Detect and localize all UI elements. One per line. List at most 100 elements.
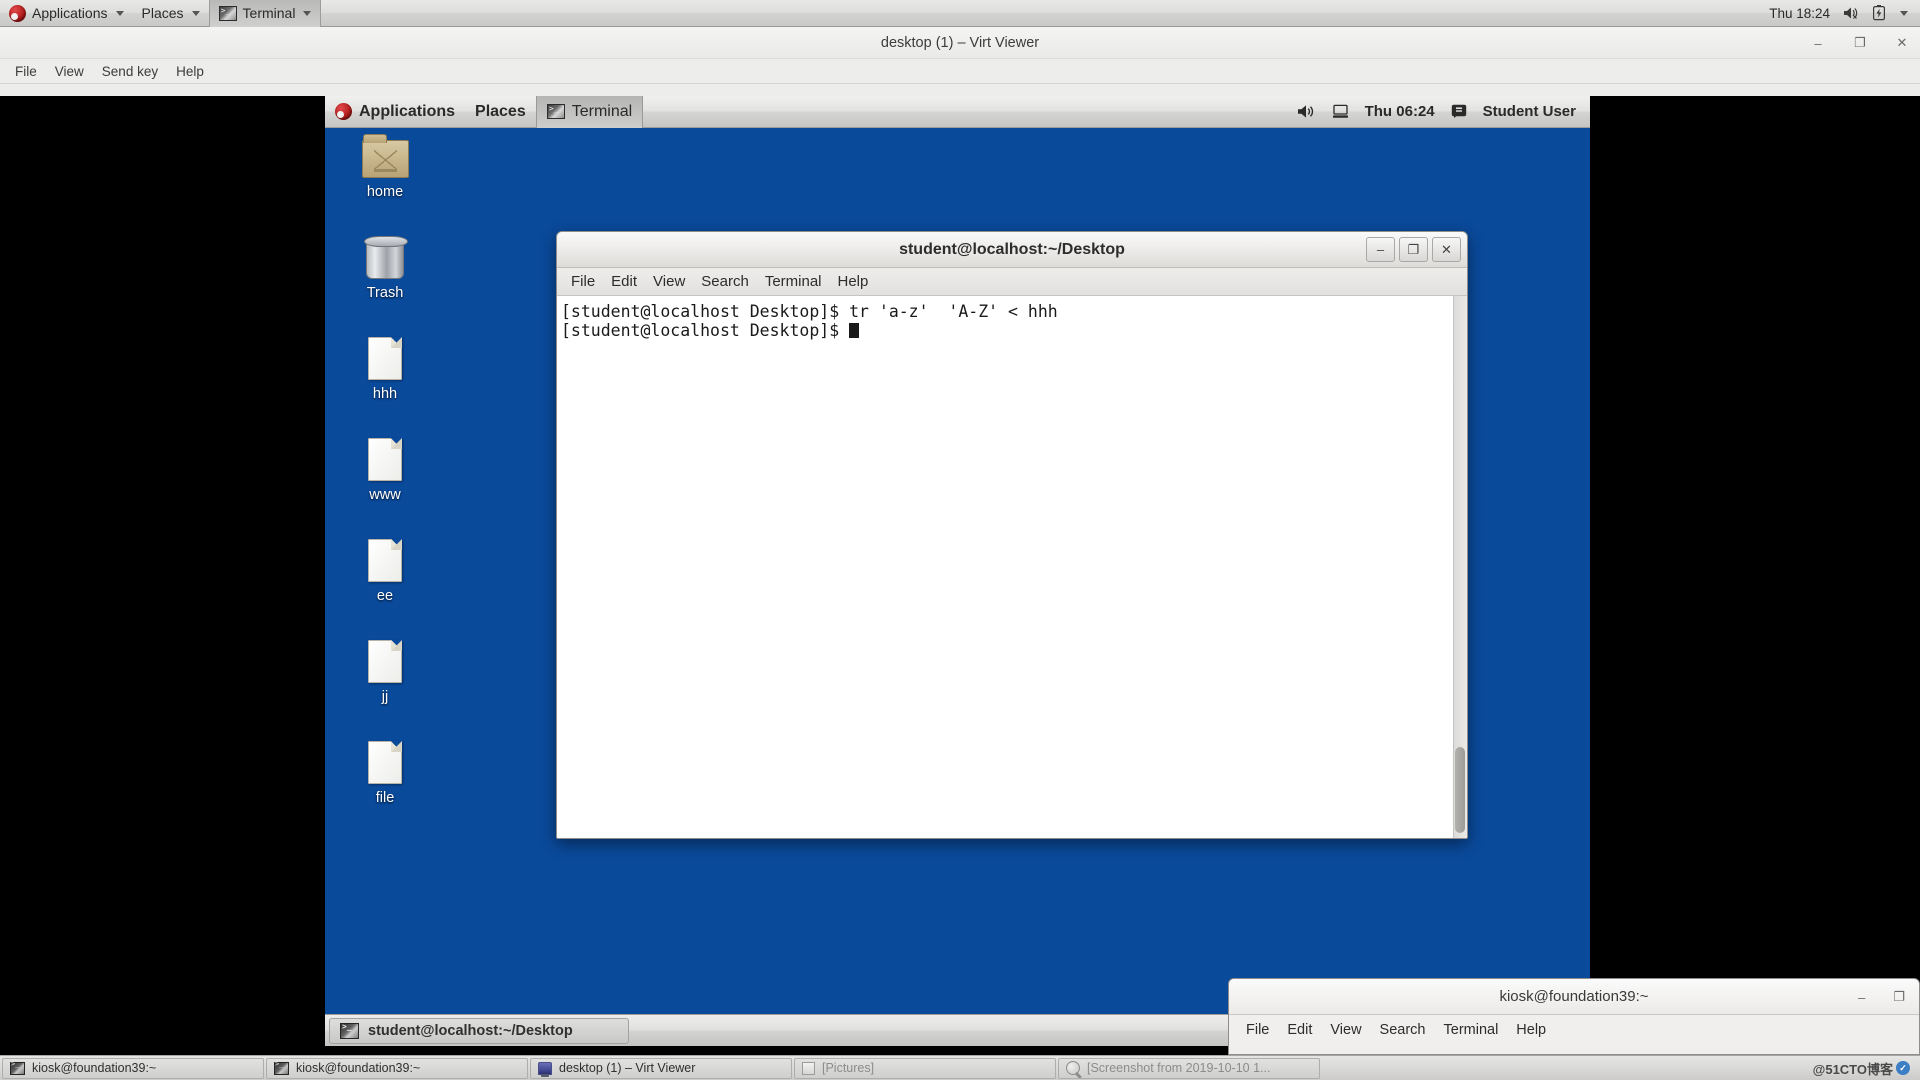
taskbar-button-pictures[interactable]: [Pictures] [794,1057,1056,1079]
file-icon [337,328,433,380]
vm-taskbar-button-terminal[interactable]: student@localhost:~/Desktop [329,1017,629,1044]
taskbar-button-screenshot[interactable]: [Screenshot from 2019-10-10 1... [1058,1057,1320,1079]
desktop-icon-label: ee [376,588,394,604]
close-button[interactable]: ✕ [1894,35,1910,51]
minimize-button[interactable]: – [1366,237,1395,262]
desktop-icon-jj[interactable]: jj [337,631,433,705]
chevron-down-icon[interactable] [1900,10,1908,16]
taskbar-button-label: kiosk@foundation39:~ [32,1061,157,1075]
desktop-icon-hhh[interactable]: hhh [337,328,433,402]
host-menu-applications[interactable]: Applications [0,0,133,27]
background-terminal-titlebar[interactable]: kiosk@foundation39:~ – ❐ [1229,979,1919,1015]
fedora-logo-icon [9,4,26,22]
battery-charging-icon[interactable] [1873,5,1885,21]
menu-help[interactable]: Help [830,273,877,290]
desktop-icon-home[interactable]: home [337,126,433,200]
desktop-icon-file[interactable]: file [337,732,433,806]
terminal-cursor [849,322,860,338]
vm-menu-applications[interactable]: Applications [325,96,465,128]
background-terminal-window[interactable]: kiosk@foundation39:~ – ❐ File Edit View … [1228,978,1920,1055]
virt-viewer-window-controls: – ❐ ✕ [1810,27,1910,59]
menu-view[interactable]: View [645,273,693,290]
terminal-scrollbar-thumb[interactable] [1455,747,1465,833]
watermark-text: @51CTO博客 [1812,1061,1893,1077]
gnome-terminal-titlebar[interactable]: student@localhost:~/Desktop – ❐ ✕ [557,232,1467,268]
vm-taskbar-button-label: student@localhost:~/Desktop [368,1022,573,1039]
chevron-down-icon [303,10,312,16]
chevron-down-icon [115,10,124,16]
menu-send-key[interactable]: Send key [93,64,167,79]
vm-clock[interactable]: Thu 06:24 [1365,103,1435,120]
vm-menu-terminal[interactable]: Terminal [535,96,644,128]
trash-icon [337,227,433,279]
terminal-icon [546,104,565,119]
gnome-terminal-menubar: File Edit View Search Terminal Help [557,268,1467,296]
menu-edit[interactable]: Edit [603,273,645,290]
desktop-icon-www[interactable]: www [337,429,433,503]
menu-file[interactable]: File [563,273,603,290]
terminal-icon [10,1060,25,1075]
vm-menu-applications-label: Applications [359,102,456,120]
vm-top-panel: Applications Places Terminal [325,96,1590,128]
watermark: @51CTO博客 ✓ [1813,1059,1918,1078]
desktop-icon-label: Trash [366,285,404,301]
desktop-icon-label: home [366,184,404,200]
terminal-line: [student@localhost Desktop]$ tr 'a-z' 'A… [561,302,1058,321]
network-icon[interactable] [1332,104,1349,119]
folder-icon [337,126,433,178]
volume-muted-icon[interactable] [1843,6,1860,20]
host-menu-applications-label: Applications [32,5,108,21]
volume-icon[interactable] [1297,104,1316,119]
menu-help[interactable]: Help [1507,1022,1555,1038]
virt-viewer-title: desktop (1) – Virt Viewer [880,34,1040,51]
desktop-icon-trash[interactable]: Trash [337,227,433,301]
host-clock: Thu 18:24 [1769,5,1830,21]
desktop-icon-ee[interactable]: ee [337,530,433,604]
menu-help[interactable]: Help [167,64,213,79]
user-switch-icon[interactable] [1451,104,1467,119]
virt-viewer-icon [538,1061,552,1077]
terminal-icon [274,1060,289,1075]
file-icon [337,732,433,784]
menu-terminal[interactable]: Terminal [757,273,830,290]
minimize-button[interactable]: – [1810,35,1826,51]
menu-view[interactable]: View [46,64,93,79]
taskbar-button-kiosk-2[interactable]: kiosk@foundation39:~ [266,1057,528,1079]
terminal-output-area[interactable]: [student@localhost Desktop]$ tr 'a-z' 'A… [557,296,1467,838]
menu-search[interactable]: Search [693,273,757,290]
taskbar-button-label: [Pictures] [822,1061,875,1075]
file-icon [337,429,433,481]
background-terminal-menubar: File Edit View Search Terminal Help [1229,1015,1919,1045]
maximize-button[interactable]: ❐ [1852,35,1868,51]
host-menu-terminal[interactable]: Terminal [208,0,322,27]
fedora-logo-icon [335,103,352,120]
menu-view[interactable]: View [1321,1022,1370,1038]
maximize-button[interactable]: ❐ [1399,237,1428,262]
terminal-scrollbar[interactable] [1453,296,1467,838]
menu-file[interactable]: File [6,64,46,79]
chevron-down-icon [191,10,200,16]
host-top-panel: Applications Places Terminal Thu 18:24 [0,0,1920,27]
maximize-button[interactable]: ❐ [1893,989,1905,1005]
desktop-icon-label: hhh [372,386,398,402]
host-menu-places[interactable]: Places [133,0,209,27]
vm-menu-places-label: Places [475,102,526,120]
gnome-terminal-window[interactable]: student@localhost:~/Desktop – ❐ ✕ File E… [556,231,1468,839]
viewer-letterbox-right [1590,96,1920,1046]
menu-terminal[interactable]: Terminal [1435,1022,1508,1038]
minimize-button[interactable]: – [1858,990,1865,1005]
menu-file[interactable]: File [1237,1022,1278,1038]
host-menu-terminal-label: Terminal [242,5,296,21]
vm-menu-places[interactable]: Places [465,96,536,128]
menu-edit[interactable]: Edit [1278,1022,1321,1038]
menu-search[interactable]: Search [1371,1022,1435,1038]
virt-viewer-titlebar[interactable]: desktop (1) – Virt Viewer – ❐ ✕ [0,27,1920,59]
taskbar-button-kiosk-1[interactable]: kiosk@foundation39:~ [2,1057,264,1079]
file-icon [337,530,433,582]
taskbar-button-label: [Screenshot from 2019-10-10 1... [1087,1061,1271,1075]
vm-user-label[interactable]: Student User [1483,103,1576,120]
desktop-icon-label: jj [381,689,389,705]
screenshot-icon [1066,1061,1080,1075]
taskbar-button-virt-viewer[interactable]: desktop (1) – Virt Viewer [530,1057,792,1079]
close-button[interactable]: ✕ [1432,237,1461,262]
